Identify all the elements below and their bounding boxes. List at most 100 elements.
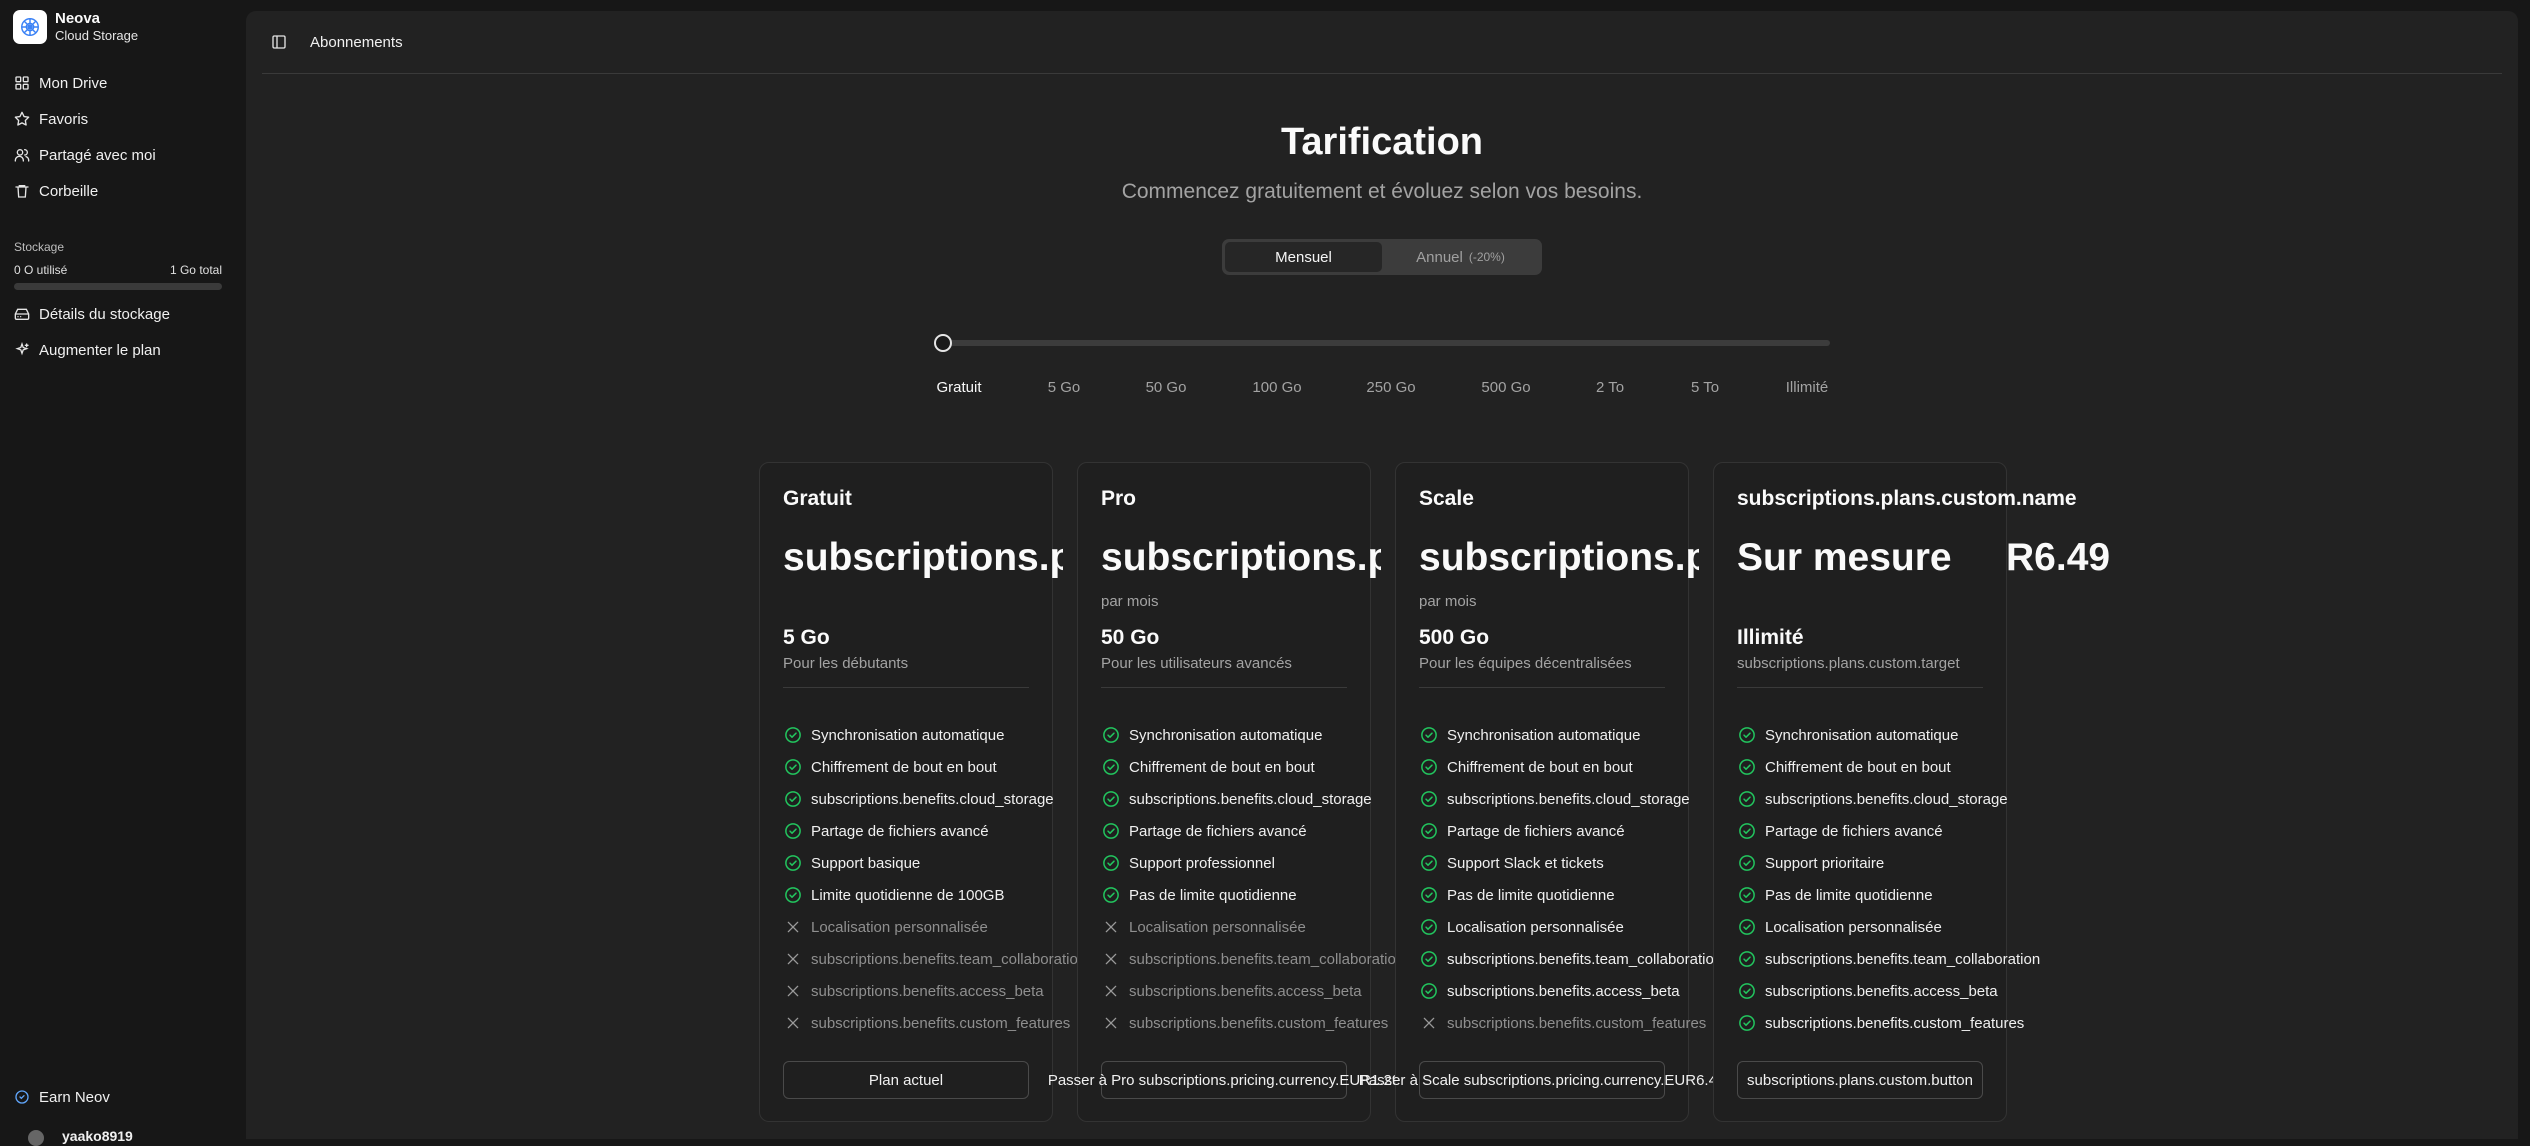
nav-item-my-drive[interactable]: Mon Drive [0,65,246,101]
feature-label: subscriptions.benefits.team_collaboratio… [1765,950,2041,968]
check-circle-icon [783,789,803,809]
nav-item-shared[interactable]: Partagé avec moi [0,137,246,173]
check-circle-icon [1419,789,1439,809]
x-icon [783,949,803,969]
avatar[interactable] [28,1130,44,1146]
plan-storage: Illimité [1737,626,1804,649]
feature-item: subscriptions.benefits.team_collaboratio… [1101,943,1404,975]
check-circle-icon [1737,821,1757,841]
earn-link[interactable]: Earn Neov [0,1079,246,1115]
brand-name: Neova [55,10,101,27]
check-circle-icon [1419,981,1439,1001]
feature-item: Support basique [783,847,1086,879]
earn-section: Earn Neov [0,1079,246,1115]
feature-item: Pas de limite quotidienne [1101,879,1404,911]
check-circle-icon [1737,725,1757,745]
current-plan-button[interactable]: Plan actuel [783,1061,1029,1099]
grid-icon [15,76,29,90]
storage-details-link[interactable]: Détails du stockage [0,296,246,332]
brand-subtitle: Cloud Storage [55,28,139,43]
feature-label: Localisation personnalisée [1765,918,1942,936]
users-icon [14,149,30,162]
check-circle-icon [1419,821,1439,841]
feature-label: Partage de fichiers avancé [1447,822,1625,840]
feature-item: Localisation personnalisée [783,911,1086,943]
feature-label: subscriptions.benefits.custom_features [1447,1014,1707,1032]
tier-tick-label[interactable]: 500 Go [1481,379,1530,396]
feature-item: subscriptions.benefits.custom_features [1419,1007,1722,1039]
nav-label: Partagé avec moi [39,146,156,164]
billing-monthly-option[interactable]: Mensuel [1225,242,1382,272]
plan-target: Pour les équipes décentralisées [1419,655,1632,672]
nav-item-favorites[interactable]: Favoris [0,101,246,137]
feature-item: Chiffrement de bout en bout [783,751,1086,783]
upgrade-plan-link[interactable]: Augmenter le plan [0,332,246,368]
tier-tick-label[interactable]: 50 Go [1146,379,1187,396]
page-title: Tarification [1281,121,1483,163]
x-icon [1101,917,1121,937]
feature-label: subscriptions.benefits.access_beta [1129,982,1362,1000]
feature-label: Support basique [811,854,921,872]
check-circle-icon [1419,949,1439,969]
feature-item: subscriptions.benefits.team_collaboratio… [1737,943,2040,975]
plan-name: Scale [1419,487,1474,510]
feature-label: Pas de limite quotidienne [1129,886,1297,904]
brand[interactable]: Neova Cloud Storage [13,10,138,44]
feature-label: subscriptions.benefits.access_beta [811,982,1044,1000]
feature-label: subscriptions.benefits.cloud_storage [1765,790,2008,808]
feature-label: subscriptions.benefits.team_collaboratio… [811,950,1087,968]
tier-tick-label[interactable]: 2 To [1596,379,1624,396]
feature-list: Synchronisation automatique Chiffrement d… [783,719,1086,1039]
upgrade-pro-button[interactable]: Passer à Pro subscriptions.pricing.curre… [1048,1061,1400,1099]
feature-label: subscriptions.benefits.team_collaboratio… [1447,950,1723,968]
x-icon [1101,949,1121,969]
plan-period: par mois [1419,593,1477,610]
coin-icon [15,1090,29,1104]
feature-item: subscriptions.benefits.custom_features [783,1007,1086,1039]
storage-tier-slider-thumb[interactable] [934,334,952,352]
feature-label: Pas de limite quotidienne [1765,886,1933,904]
nav-item-trash[interactable]: Corbeille [0,173,246,209]
tier-tick-label[interactable]: Gratuit [936,379,981,396]
feature-label: subscriptions.benefits.access_beta [1765,982,1998,1000]
feature-item: subscriptions.benefits.custom_features [1737,1007,2040,1039]
tier-tick-label[interactable]: 250 Go [1366,379,1415,396]
feature-label: Support Slack et tickets [1447,854,1604,872]
check-circle-icon [783,757,803,777]
user-name[interactable]: yaako8919 [62,1128,133,1144]
tier-tick-label[interactable]: Illimité [1786,379,1829,396]
storage-total: 1 Go total [169,263,222,277]
feature-label: Synchronisation automatique [1765,726,1959,744]
main-panel: Abonnements Tarification Commencez gratu… [246,11,2518,1139]
page-subtitle: Commencez gratuitement et évoluez selon … [1121,180,1643,203]
feature-label: subscriptions.benefits.cloud_storage [811,790,1054,808]
feature-label: Limite quotidienne de 100GB [811,886,1005,904]
tier-tick-label[interactable]: 5 Go [1048,379,1081,396]
feature-label: Chiffrement de bout en bout [1129,758,1315,776]
upgrade-scale-button[interactable]: Passer à Scale subscriptions.pricing.cur… [1359,1061,1725,1099]
feature-item: subscriptions.benefits.cloud_storage [783,783,1086,815]
feature-item: Localisation personnalisée [1101,911,1404,943]
feature-item: Partage de fichiers avancé [783,815,1086,847]
sidebar-toggle-button[interactable] [270,33,288,51]
x-icon [1101,981,1121,1001]
check-circle-icon [1101,853,1121,873]
feature-item: subscriptions.benefits.team_collaboratio… [783,943,1086,975]
tier-tick-label[interactable]: 100 Go [1252,379,1301,396]
check-circle-icon [1101,821,1121,841]
feature-label: subscriptions.benefits.cloud_storage [1129,790,1372,808]
billing-period-toggle: Mensuel Annuel (-20%) [1222,239,1542,275]
feature-label: Synchronisation automatique [1129,726,1323,744]
storage-tier-slider[interactable] [938,340,1830,346]
check-circle-icon [1101,885,1121,905]
storage-usage: 0 O utilisé 1 Go total [14,263,222,277]
contact-custom-button[interactable]: subscriptions.plans.custom.button [1737,1061,1983,1099]
feature-label: Synchronisation automatique [1447,726,1641,744]
feature-item: Pas de limite quotidienne [1419,879,1722,911]
feature-label: Chiffrement de bout en bout [811,758,997,776]
divider [1101,687,1347,688]
feature-item: Localisation personnalisée [1419,911,1722,943]
tier-tick-label[interactable]: 5 To [1691,379,1719,396]
billing-annual-option[interactable]: Annuel (-20%) [1382,242,1539,272]
check-circle-icon [783,853,803,873]
